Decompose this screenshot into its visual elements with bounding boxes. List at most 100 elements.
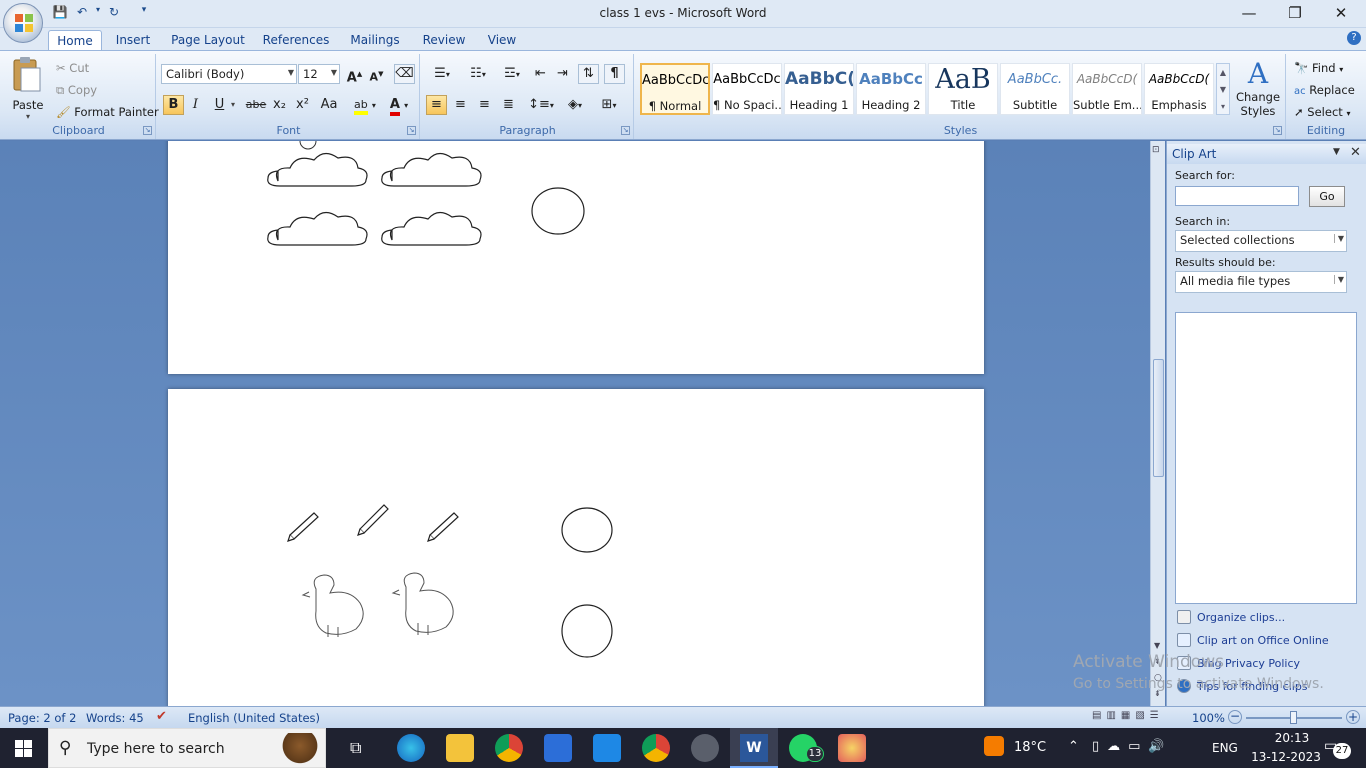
shading-icon[interactable]: ◈▾	[560, 95, 590, 115]
file-explorer-icon[interactable]	[446, 734, 474, 762]
scroll-down-arrow[interactable]: ▼	[1154, 641, 1160, 650]
italic-button[interactable]: I	[185, 95, 206, 115]
restore-button[interactable]: ❐	[1272, 0, 1318, 28]
shrink-font-button[interactable]: A▼	[366, 64, 387, 84]
search-in-select[interactable]: Selected collections ▼	[1175, 230, 1347, 252]
style-subtitle[interactable]: AaBbCc. Subtitle	[1000, 63, 1070, 115]
task-view-icon[interactable]: ⧉	[350, 738, 361, 758]
close-button[interactable]: ✕	[1318, 0, 1364, 28]
style-no-spacing[interactable]: AaBbCcDc ¶ No Spaci...	[712, 63, 782, 115]
vertical-scrollbar[interactable]: ⊡ ▼ ⇞ ○ ⇟	[1150, 141, 1165, 706]
tab-insert[interactable]: Insert	[110, 30, 156, 50]
view-buttons[interactable]: ▤▥▦▧☰	[1092, 710, 1176, 726]
clock-time[interactable]: 20:13	[1262, 731, 1322, 745]
strikethrough-button[interactable]: abe	[244, 95, 268, 115]
paragraph-launcher-icon[interactable]: ↘	[621, 126, 630, 135]
undo-icon[interactable]: ↶	[74, 5, 90, 23]
borders-icon[interactable]: ⊞▾	[594, 95, 624, 115]
clip-results-list[interactable]	[1175, 312, 1357, 604]
numbering-icon[interactable]: ☷▾	[462, 64, 494, 84]
styles-gallery-scroll[interactable]: ▲ ▼ ▾	[1216, 63, 1230, 115]
change-case-button[interactable]: Aa	[316, 95, 342, 115]
subscript-button[interactable]: x₂	[269, 95, 290, 115]
style-subtle-emphasis[interactable]: AaBbCcD(Subtle Em...	[1072, 63, 1142, 115]
minimize-button[interactable]: —	[1226, 0, 1272, 28]
tab-references[interactable]: References	[258, 30, 334, 50]
font-launcher-icon[interactable]: ↘	[407, 126, 416, 135]
clipboard-launcher-icon[interactable]: ↘	[143, 126, 152, 135]
style-normal[interactable]: AaBbCcDc ¶ Normal	[640, 63, 710, 115]
chrome-profile-icon[interactable]	[642, 734, 670, 762]
tab-view[interactable]: View	[482, 30, 522, 50]
grow-font-button[interactable]: A▲	[344, 64, 365, 85]
bold-button[interactable]: B	[163, 95, 184, 115]
copy-button[interactable]: ⧉ Copy	[56, 83, 97, 98]
page-count[interactable]: Page: 2 of 2	[8, 711, 76, 725]
clock-date[interactable]: 13-12-2023	[1250, 750, 1322, 764]
clip-search-input[interactable]	[1175, 186, 1299, 206]
zoom-out-icon[interactable]: −	[1228, 710, 1242, 724]
office-button[interactable]	[3, 3, 43, 43]
redo-icon[interactable]: ↻	[106, 5, 122, 23]
proofing-icon[interactable]: ✔	[156, 709, 167, 724]
scrollbar-thumb[interactable]	[1153, 359, 1164, 477]
sort-icon[interactable]: ⇅	[578, 64, 599, 84]
undo-dropdown-icon[interactable]: ▾	[90, 5, 106, 23]
tab-mailings[interactable]: Mailings	[344, 30, 406, 50]
paste-button[interactable]: Paste ▾	[8, 56, 48, 121]
show-formatting-button[interactable]: ¶	[604, 64, 625, 84]
go-button[interactable]: Go	[1309, 186, 1345, 207]
underline-button[interactable]: U	[209, 95, 230, 115]
font-color-button[interactable]: A ▾	[384, 95, 414, 116]
styles-launcher-icon[interactable]: ↘	[1273, 126, 1282, 135]
clear-formatting-icon[interactable]: ⌫	[394, 64, 415, 84]
language-indicator[interactable]: ENG	[1212, 741, 1238, 755]
underline-dropdown-icon[interactable]: ▾	[231, 100, 235, 109]
windows-start-icon[interactable]	[15, 740, 32, 757]
close-pane-icon[interactable]: ✕	[1350, 145, 1361, 160]
multilevel-list-icon[interactable]: ☲▾	[498, 64, 526, 84]
tab-review[interactable]: Review	[418, 30, 470, 50]
font-name-select[interactable]: Calibri (Body) ▼	[161, 64, 297, 84]
weather-icon[interactable]	[984, 736, 1004, 756]
align-left-icon[interactable]: ≡	[426, 95, 447, 115]
paint-icon[interactable]	[838, 734, 866, 762]
style-heading-2[interactable]: AaBbCc Heading 2	[856, 63, 926, 115]
highlight-button[interactable]: ab ▾	[350, 95, 380, 115]
store-icon[interactable]	[544, 734, 572, 762]
help-icon[interactable]: ?	[1347, 31, 1361, 45]
word-taskbar-button[interactable]: W	[730, 728, 778, 768]
line-spacing-icon[interactable]: ↕≡▾	[526, 95, 556, 115]
ruler-toggle-icon[interactable]: ⊡	[1152, 145, 1160, 155]
tab-page-layout[interactable]: Page Layout	[168, 30, 248, 50]
language-label[interactable]: English (United States)	[188, 711, 320, 725]
cut-button[interactable]: ✂ Cut	[56, 61, 89, 75]
replace-button[interactable]: ac Replace	[1294, 83, 1355, 97]
chrome-icon[interactable]	[495, 734, 523, 762]
style-heading-1[interactable]: AaBbC(Heading 1	[784, 63, 854, 115]
style-emphasis[interactable]: AaBbCcD(Emphasis	[1144, 63, 1214, 115]
tray-chevron-icon[interactable]: ⌃	[1068, 739, 1079, 754]
find-button[interactable]: 🔭 Find ▾	[1294, 61, 1343, 75]
zoom-level[interactable]: 100%	[1192, 711, 1225, 725]
mail-icon[interactable]	[593, 734, 621, 762]
style-title[interactable]: AaB Title	[928, 63, 998, 115]
tab-home[interactable]: Home	[48, 30, 102, 50]
justify-icon[interactable]: ≣	[498, 95, 519, 115]
word-count[interactable]: Words: 45	[86, 711, 144, 725]
tray-icons[interactable]: ▯☁▭🔊	[1092, 739, 1173, 754]
format-painter-button[interactable]: 🖌 Format Painter	[56, 105, 159, 119]
superscript-button[interactable]: x²	[292, 95, 313, 115]
save-icon[interactable]: 💾	[52, 5, 68, 23]
decrease-indent-icon[interactable]: ⇤	[530, 64, 551, 84]
change-styles-button[interactable]: A Change Styles	[1234, 58, 1282, 122]
results-select[interactable]: All media file types ▼	[1175, 271, 1347, 293]
settings-app-icon[interactable]	[691, 734, 719, 762]
edge-icon[interactable]	[397, 734, 425, 762]
increase-indent-icon[interactable]: ⇥	[552, 64, 573, 84]
select-button[interactable]: ➚ Select ▾	[1294, 105, 1350, 119]
customize-qat-icon[interactable]: ▾	[136, 5, 152, 23]
bullets-icon[interactable]: ☰▾	[426, 64, 458, 84]
zoom-slider-thumb[interactable]	[1290, 711, 1297, 724]
weather-temp[interactable]: 18°C	[1014, 740, 1046, 755]
